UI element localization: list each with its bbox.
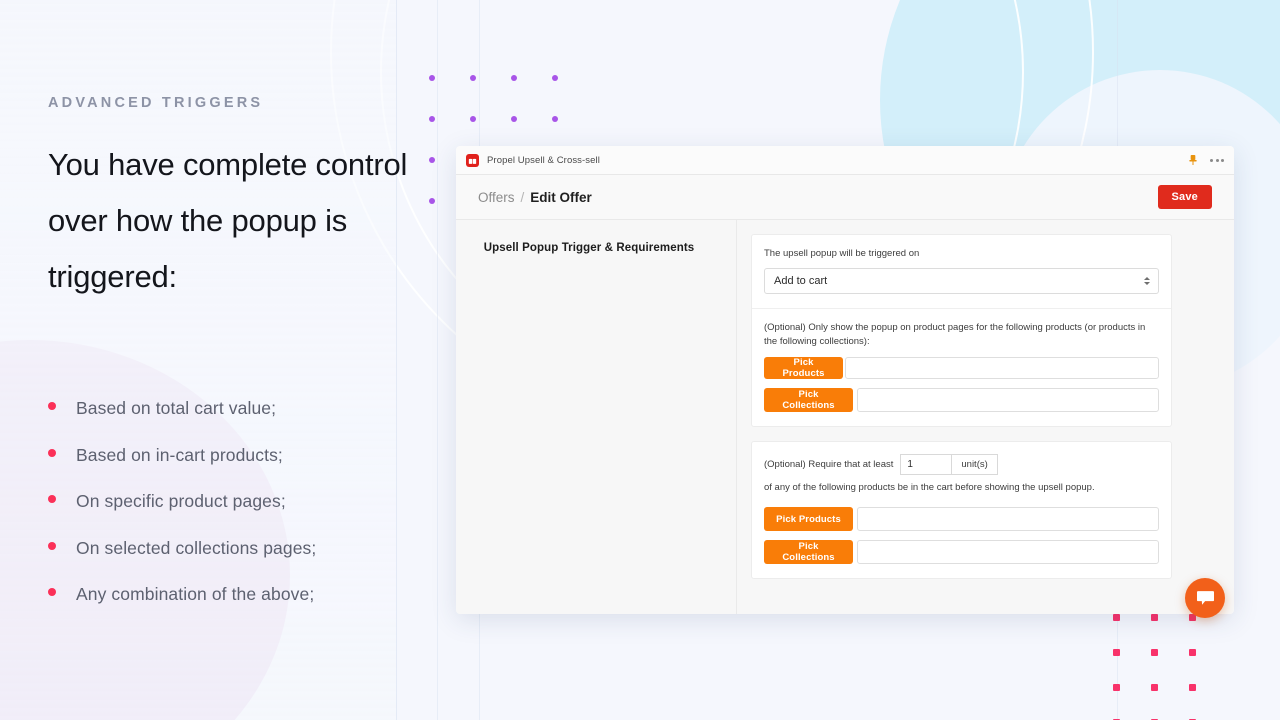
requirement-prefix-label: (Optional) Require that at least: [764, 459, 894, 471]
pick-products-row: Pick Products: [764, 507, 1159, 532]
cart-requirement-section: (Optional) Require that at least unit(s)…: [752, 442, 1171, 578]
pink-square: [1151, 684, 1158, 691]
stepper-arrows-icon: [1144, 276, 1150, 285]
list-item: On selected collections pages;: [48, 537, 418, 558]
pick-collections-row: Pick Collections: [764, 540, 1159, 565]
pink-square: [1189, 684, 1196, 691]
bullet-label: On specific product pages;: [76, 491, 286, 511]
bullet-dot-icon: [48, 541, 56, 550]
purple-dot: [470, 75, 476, 81]
purple-dot: [511, 116, 517, 122]
breadcrumb-current: Edit Offer: [530, 189, 592, 205]
pick-products-input[interactable]: [845, 357, 1159, 380]
chat-bubble-icon: [1196, 590, 1214, 605]
shopping-bag-icon: [466, 153, 479, 167]
trigger-field-label: The upsell popup will be triggered on: [764, 248, 920, 259]
form-cards-column: The upsell popup will be triggered on Ad…: [737, 220, 1234, 614]
window-body: Upsell Popup Trigger & Requirements The …: [456, 220, 1234, 614]
chat-widget-button[interactable]: [1185, 578, 1225, 618]
list-item: Any combination of the above;: [48, 584, 418, 604]
app-title: Propel Upsell & Cross-sell: [487, 154, 600, 166]
list-item: Based on in-cart products;: [48, 444, 418, 465]
bullet-dot-icon: [48, 588, 56, 596]
pick-products-button[interactable]: Pick Products: [764, 507, 853, 532]
breadcrumb-offers[interactable]: Offers: [478, 190, 515, 205]
pick-products-row: Pick Products: [764, 357, 1159, 380]
bullet-dot-icon: [48, 402, 56, 410]
list-item: Based on total cart value;: [48, 398, 418, 418]
marketing-copy: ADVANCED TRIGGERS You have complete cont…: [48, 95, 408, 305]
pick-products-input[interactable]: [857, 507, 1159, 532]
cart-requirement-card: (Optional) Require that at least unit(s)…: [751, 441, 1172, 580]
bullet-dot-icon: [48, 448, 56, 457]
pink-square-grid: [1113, 614, 1227, 720]
pin-icon[interactable]: [1188, 154, 1198, 166]
bullet-label: Any combination of the above;: [76, 584, 315, 604]
trigger-select-value: Add to cart: [774, 274, 828, 287]
trigger-select-section: The upsell popup will be triggered on Ad…: [752, 235, 1171, 308]
titlebar-actions: [1188, 154, 1224, 166]
list-item: On specific product pages;: [48, 491, 418, 511]
window-titlebar: Propel Upsell & Cross-sell: [456, 146, 1234, 175]
pink-square: [1189, 649, 1196, 656]
pick-collections-input[interactable]: [857, 388, 1159, 413]
purple-dot: [429, 75, 435, 81]
app-window: Propel Upsell & Cross-sell Offers / Edit…: [456, 146, 1234, 614]
pink-square: [1113, 614, 1120, 621]
pick-collections-input[interactable]: [857, 540, 1159, 565]
pick-collections-button[interactable]: Pick Collections: [764, 388, 853, 413]
product-scope-section: (Optional) Only show the popup on produc…: [752, 307, 1171, 427]
pink-square: [1113, 649, 1120, 656]
requirement-suffix-label: of any of the following products be in t…: [764, 482, 1095, 494]
pick-collections-row: Pick Collections: [764, 388, 1159, 413]
bullet-label: Based on total cart value;: [76, 398, 277, 418]
page-title: You have complete control over how the p…: [48, 147, 408, 294]
eyebrow-text: ADVANCED TRIGGERS: [48, 95, 264, 111]
window-subbar: Offers / Edit Offer Save: [456, 175, 1234, 220]
quantity-requirement-line: (Optional) Require that at least unit(s): [764, 454, 1159, 476]
form-section-label-column: Upsell Popup Trigger & Requirements: [456, 220, 737, 614]
trigger-settings-card: The upsell popup will be triggered on Ad…: [751, 234, 1172, 428]
quantity-input[interactable]: [900, 454, 953, 476]
feature-bullet-list: Based on total cart value; Based on in-c…: [48, 398, 418, 633]
bullet-label: On selected collections pages;: [76, 537, 317, 558]
pick-collections-button[interactable]: Pick Collections: [764, 540, 853, 565]
purple-dot: [429, 157, 435, 163]
breadcrumb-separator: /: [520, 189, 525, 205]
pink-square: [1151, 649, 1158, 656]
purple-dot: [511, 75, 517, 81]
pick-products-button[interactable]: Pick Products: [764, 357, 843, 380]
quantity-unit-label: unit(s): [952, 454, 998, 476]
purple-dot: [470, 116, 476, 122]
purple-dot: [552, 75, 558, 81]
bullet-dot-icon: [48, 495, 56, 503]
ellipsis-icon[interactable]: [1210, 158, 1224, 162]
bullet-label: Based on in-cart products;: [76, 444, 283, 465]
purple-dot: [429, 198, 435, 204]
pink-square: [1151, 614, 1158, 621]
pink-square: [1113, 684, 1120, 691]
purple-dot: [429, 116, 435, 122]
save-button[interactable]: Save: [1157, 185, 1212, 209]
product-scope-label: (Optional) Only show the popup on produc…: [764, 321, 1146, 347]
section-title: Upsell Popup Trigger & Requirements: [483, 242, 695, 254]
trigger-select[interactable]: Add to cart: [764, 267, 1159, 294]
purple-dot: [552, 116, 558, 122]
